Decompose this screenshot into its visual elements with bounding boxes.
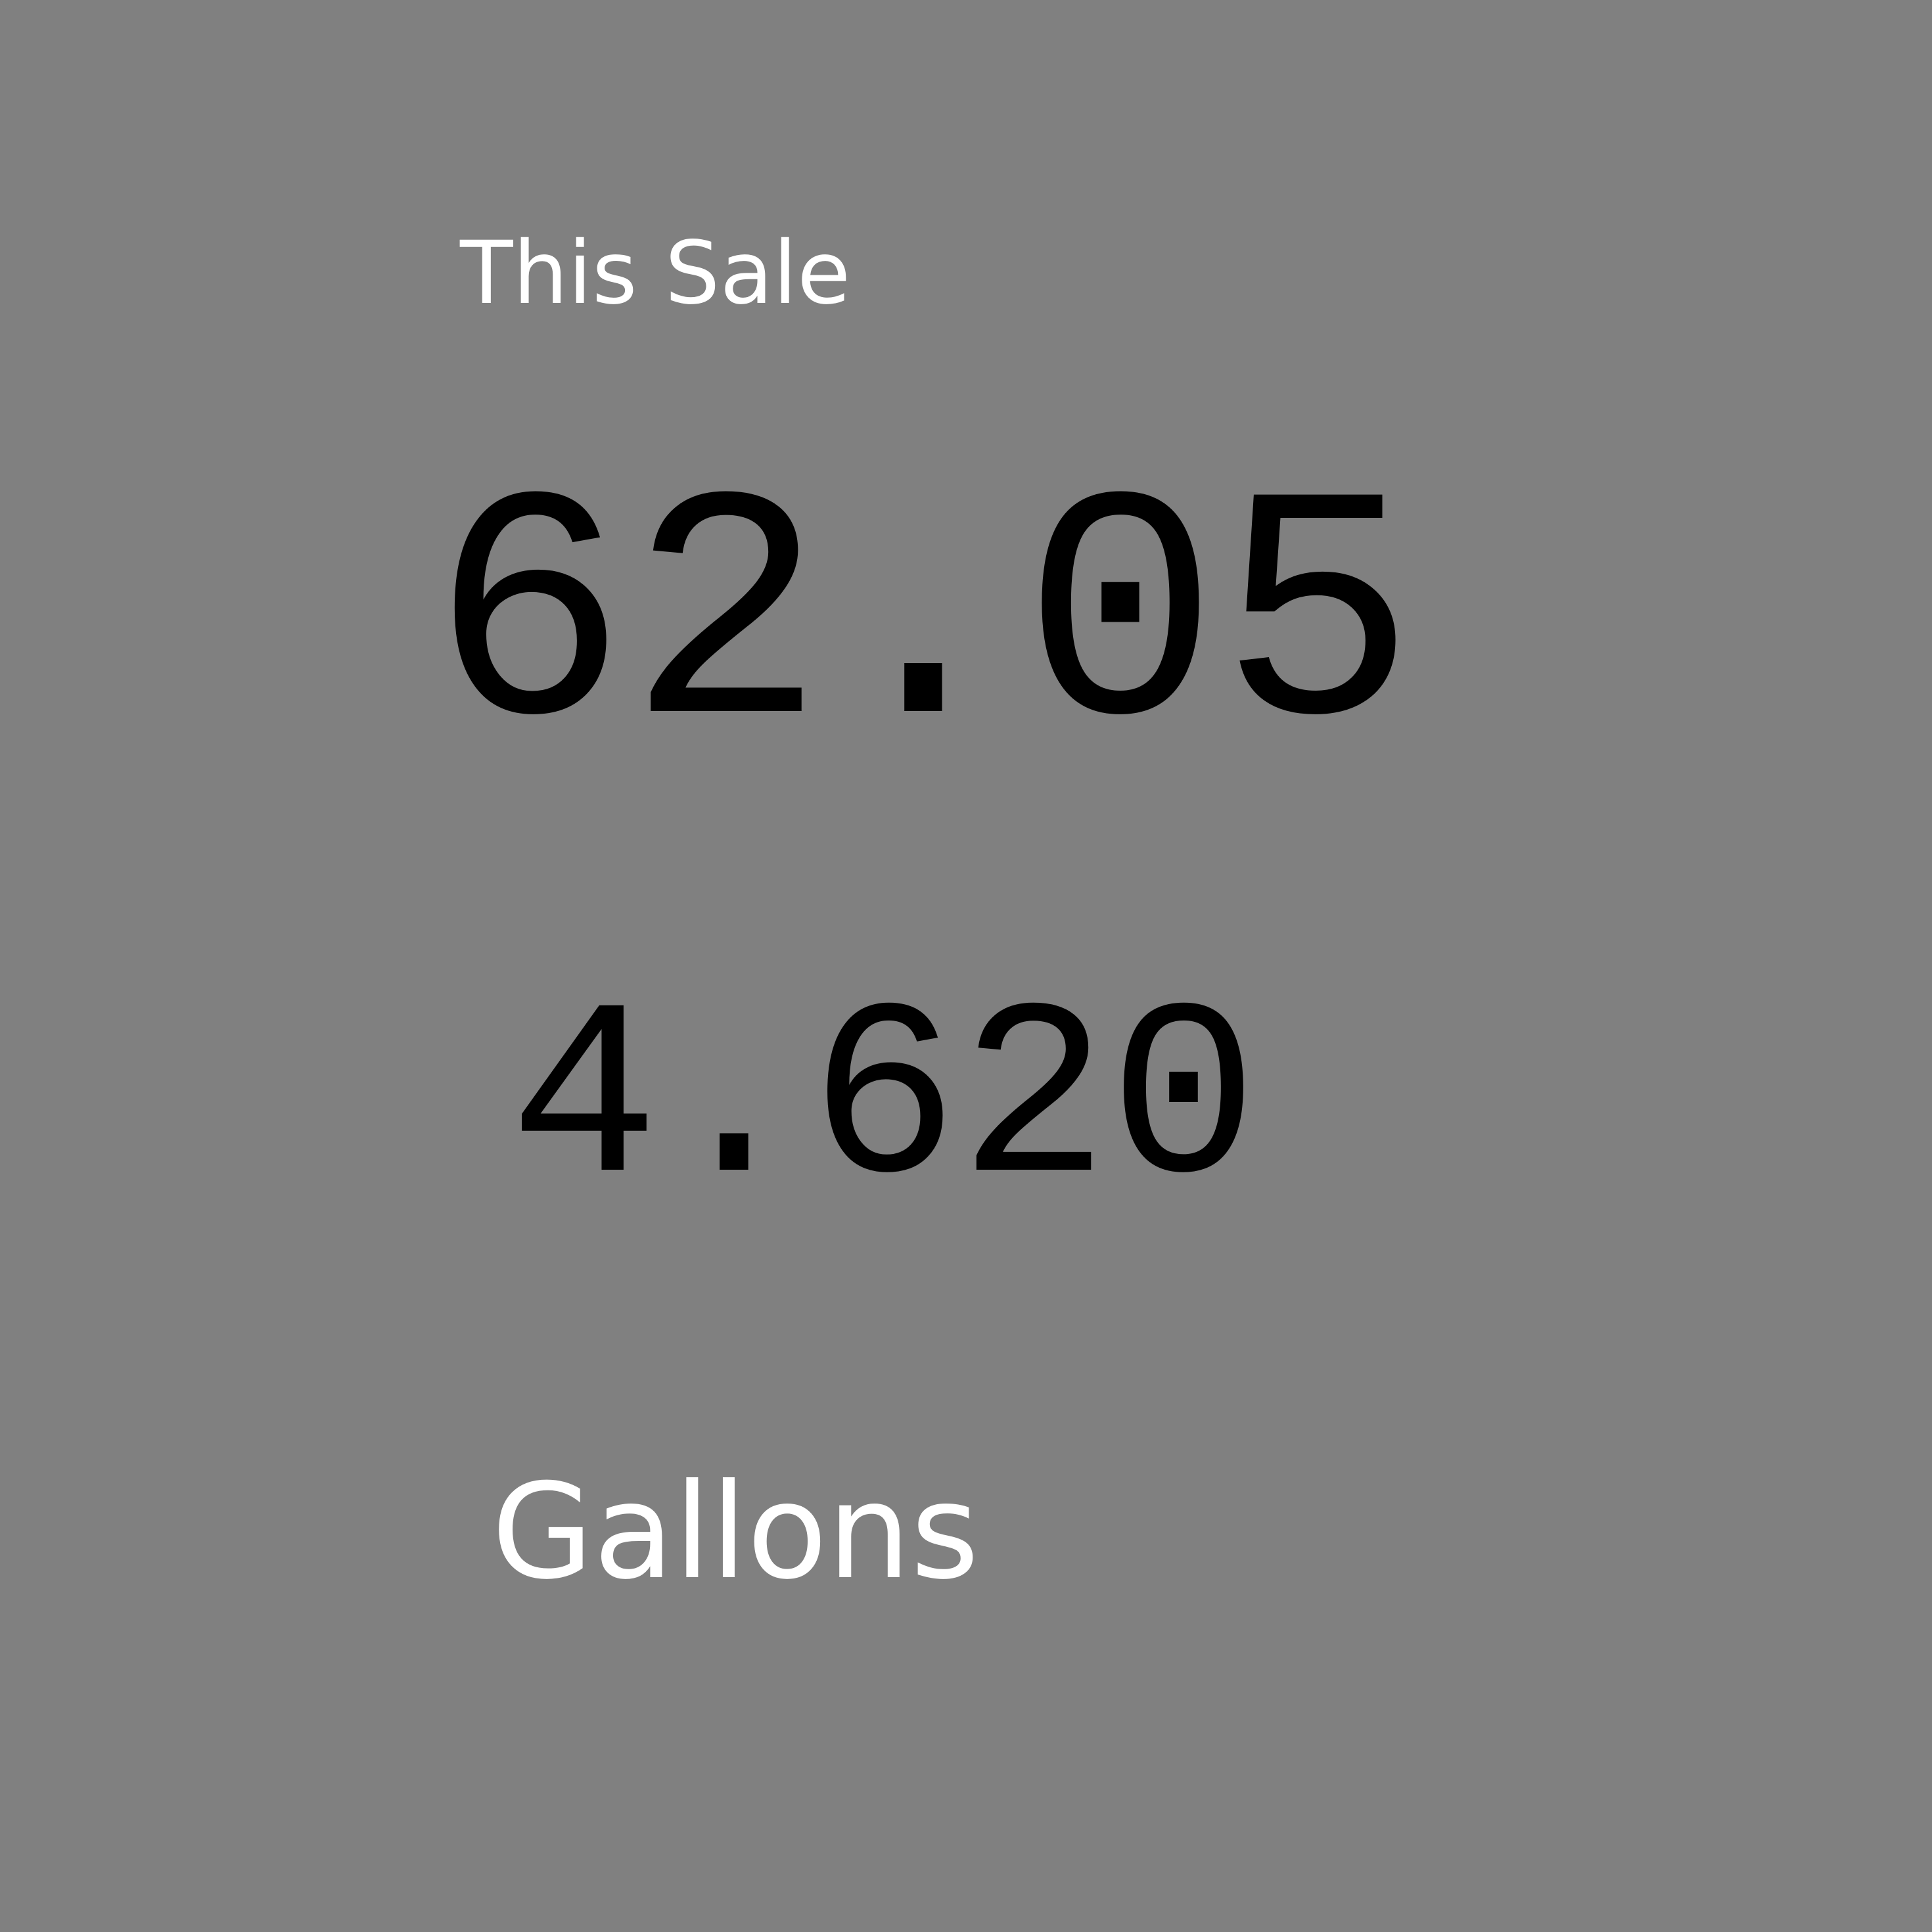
gallons-amount-readout: 4.620: [509, 963, 1259, 1245]
sale-amount-readout: 62.05: [430, 438, 1417, 810]
pump-display: { "display": { "sale_label": "This Sale"…: [0, 0, 1932, 1932]
gallons-label: Gallons: [492, 1456, 979, 1609]
this-sale-label: This Sale: [460, 223, 851, 324]
